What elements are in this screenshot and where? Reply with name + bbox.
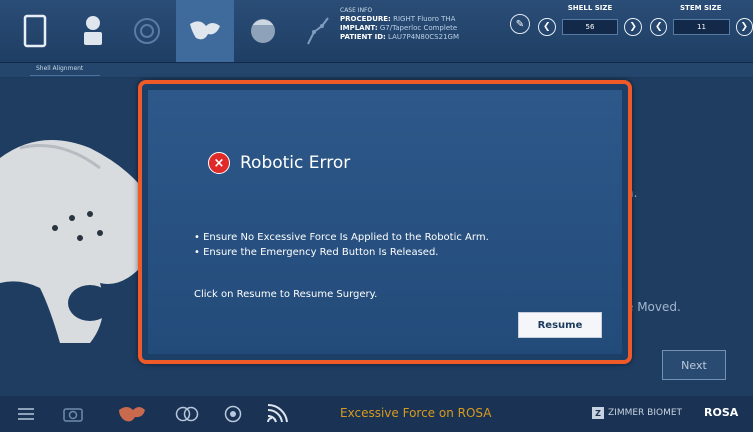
resume-hint: Click on Resume to Resume Surgery. (194, 289, 378, 300)
tablet-icon[interactable] (6, 0, 64, 62)
surgeon-icon[interactable] (64, 0, 122, 62)
workflow-tabs: Shell Alignment (0, 63, 753, 77)
shell-size-decrease-button[interactable]: ❮ (538, 18, 556, 36)
shell-size-title: SHELL SIZE (567, 4, 613, 12)
bone-icon[interactable] (110, 396, 154, 432)
implant-value: G7/Taperloc Complete (379, 24, 458, 32)
bottom-status-bar: Excessive Force on ROSA Z ZIMMER BIOMET … (0, 396, 753, 432)
top-toolbar: CASE INFO PROCEDURE: RIGHT Fluoro THA IM… (0, 0, 753, 63)
dialog-title-row: × Robotic Error (208, 152, 350, 174)
shell-size-value: 56 (561, 19, 619, 35)
dialog-title: Robotic Error (240, 153, 351, 173)
zimmer-logo-icon: Z (592, 407, 604, 419)
status-message: Excessive Force on ROSA (340, 406, 492, 420)
pencil-icon[interactable]: ✎ (510, 14, 530, 34)
cup-icon[interactable] (234, 0, 292, 62)
stem-size-increase-button[interactable]: ❯ (735, 18, 753, 36)
stem-size-value: 11 (673, 19, 730, 35)
instruction-item: Ensure the Emergency Red Button Is Relea… (194, 245, 489, 260)
stem-size-control: STEM SIZE ❮ 11 ❯ (650, 4, 753, 56)
error-icon: × (208, 152, 230, 174)
target-icon[interactable] (118, 0, 176, 62)
instruction-list: Ensure No Excessive Force Is Applied to … (194, 230, 489, 260)
dialog-body: × Robotic Error Ensure No Excessive Forc… (148, 90, 622, 354)
next-button[interactable]: Next (662, 350, 726, 380)
robot-arm-icon[interactable] (288, 0, 346, 62)
procedure-label: PROCEDURE: (340, 15, 391, 23)
implant-label: IMPLANT: (340, 24, 378, 32)
brand-logo: Z ZIMMER BIOMET (592, 407, 682, 419)
procedure-value: RIGHT Fluoro THA (393, 15, 456, 23)
stem-size-title: STEM SIZE (680, 4, 722, 12)
shell-size-increase-button[interactable]: ❯ (624, 18, 643, 36)
shell-size-control: SHELL SIZE ❮ 56 ❯ (538, 4, 643, 56)
toggle-icon[interactable] (170, 396, 204, 432)
instruction-item: Ensure No Excessive Force Is Applied to … (194, 230, 489, 245)
camera-icon[interactable] (58, 396, 88, 432)
case-info-header: CASE INFO (340, 7, 373, 14)
menu-icon[interactable] (14, 396, 38, 432)
signal-icon (262, 396, 292, 432)
patient-id-value: LAU7P4N80CS21GM (388, 33, 459, 41)
brand-name: ZIMMER BIOMET (608, 408, 683, 418)
instruction-text-2: e Moved. (626, 300, 681, 314)
tab-shell-alignment[interactable]: Shell Alignment (36, 65, 83, 72)
robotic-error-dialog: × Robotic Error Ensure No Excessive Forc… (138, 80, 632, 364)
active-tab-underline (30, 75, 100, 76)
marker-icon[interactable] (218, 396, 248, 432)
patient-id-label: PATIENT ID: (340, 33, 386, 41)
case-info: CASE INFO PROCEDURE: RIGHT Fluoro THA IM… (340, 6, 510, 42)
resume-button[interactable]: Resume (518, 312, 602, 338)
pelvis-model (0, 140, 154, 343)
pelvis-icon[interactable] (176, 0, 234, 62)
stem-size-decrease-button[interactable]: ❮ (650, 18, 668, 36)
product-name: ROSA (704, 406, 739, 419)
